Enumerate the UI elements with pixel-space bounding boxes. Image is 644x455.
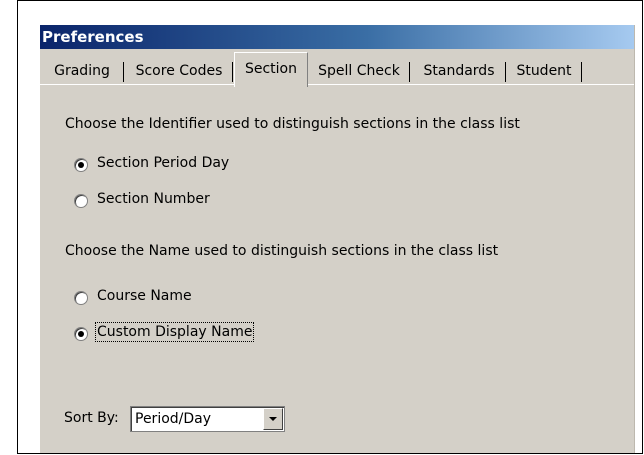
tab-strip: Grading Score Codes Section Spell Check … xyxy=(40,52,634,87)
section-tab-panel: Choose the Identifier used to distinguis… xyxy=(40,86,634,453)
label-section-number[interactable]: Section Number xyxy=(97,191,210,207)
tab-student[interactable]: Student xyxy=(508,58,582,84)
tab-divider xyxy=(40,84,634,85)
tab-separator xyxy=(123,62,124,82)
preferences-window: Preferences Grading Score Codes Section … xyxy=(40,25,635,453)
tab-grading-label: Grading xyxy=(54,63,110,79)
tab-grading[interactable]: Grading xyxy=(42,58,124,84)
radio-section-period-day[interactable] xyxy=(74,158,88,172)
sort-by-value: Period/Day xyxy=(135,411,212,427)
tab-separator xyxy=(581,62,582,82)
tab-standards[interactable]: Standards xyxy=(414,58,506,84)
radio-section-number[interactable] xyxy=(74,194,88,208)
tab-student-label: Student xyxy=(516,63,572,79)
name-prompt: Choose the Name used to distinguish sect… xyxy=(65,243,499,259)
label-section-period-day[interactable]: Section Period Day xyxy=(97,155,229,171)
radio-course-name[interactable] xyxy=(74,291,88,305)
window-title: Preferences xyxy=(40,25,634,49)
sort-by-select[interactable]: Period/Day xyxy=(130,406,285,432)
label-custom-display-name[interactable]: Custom Display Name xyxy=(94,322,255,342)
tab-spell-check[interactable]: Spell Check xyxy=(310,58,410,84)
tab-score-codes[interactable]: Score Codes xyxy=(127,58,233,84)
tab-section[interactable]: Section xyxy=(234,52,308,87)
tab-spell-check-label: Spell Check xyxy=(318,63,400,79)
radio-selected-dot xyxy=(78,162,84,168)
sort-by-label: Sort By: xyxy=(64,410,119,426)
dropdown-button[interactable] xyxy=(263,408,283,430)
tab-separator xyxy=(505,62,506,82)
radio-selected-dot xyxy=(78,331,84,337)
tab-section-label: Section xyxy=(244,61,297,77)
tab-standards-label: Standards xyxy=(423,63,495,79)
chevron-down-icon xyxy=(269,417,277,421)
tab-separator xyxy=(232,62,233,82)
tab-separator xyxy=(409,62,410,82)
identifier-prompt: Choose the Identifier used to distinguis… xyxy=(65,116,520,132)
radio-custom-display-name[interactable] xyxy=(74,327,88,341)
label-course-name[interactable]: Course Name xyxy=(97,288,192,304)
tab-score-codes-label: Score Codes xyxy=(135,63,223,79)
